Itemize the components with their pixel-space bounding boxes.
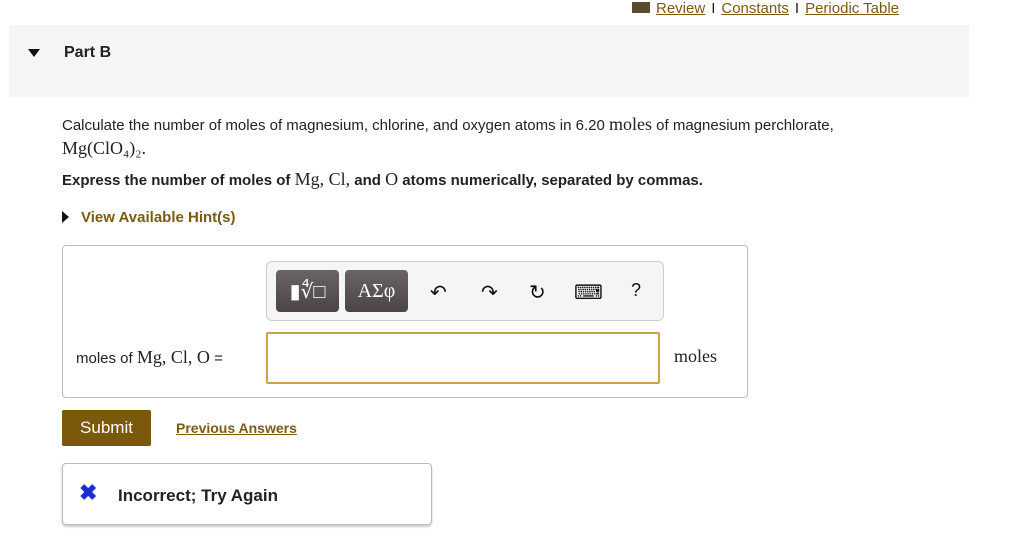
expand-triangle-icon [62,211,69,223]
formula: Mg(ClO₄)₂. [62,138,147,158]
help-icon[interactable]: ? [631,280,641,301]
moles-word: moles [608,114,652,134]
top-links: Review I Constants I Periodic Table [632,0,899,17]
unit-label: moles [674,346,717,366]
instr-b: and [354,172,381,189]
label-eq: = [214,350,223,367]
collapse-triangle-icon[interactable] [28,49,40,57]
hint-label: View Available Hint(s) [81,209,236,226]
undo-icon[interactable]: ↶ [430,280,447,305]
instr-c: atoms numerically, separated by commas. [402,172,703,189]
greek-symbols-button[interactable]: ΑΣφ [345,270,408,312]
submit-button[interactable]: Submit [62,410,151,446]
question-text: Calculate the number of moles of magnesi… [62,113,962,161]
incorrect-x-icon: ✖ [79,480,98,505]
separator: I [794,0,800,17]
review-link[interactable]: Review [656,0,705,17]
label-vars: Mg, Cl, O [136,347,210,367]
constants-link[interactable]: Constants [721,0,789,17]
view-hints-toggle[interactable]: View Available Hint(s) [62,209,236,226]
answer-input[interactable] [266,332,660,384]
book-icon [632,2,650,13]
answer-label: moles of Mg, Cl, O = [76,347,223,368]
answer-box: ▮∜□ ΑΣφ ↶ ↷ ↻ ⌨ ? moles of Mg, Cl, O = m… [62,245,748,398]
redo-icon[interactable]: ↷ [481,280,498,305]
instr-vars: Mg, Cl, [294,169,351,189]
question-body-2: of magnesium perchlorate, [656,117,834,134]
part-title: Part B [64,44,112,61]
label-text: moles of [76,350,133,367]
part-header[interactable]: Part B [9,25,969,97]
math-toolbar: ▮∜□ ΑΣφ ↶ ↷ ↻ ⌨ ? [266,261,664,321]
periodic-table-link[interactable]: Periodic Table [805,0,899,17]
feedback-box: ✖ Incorrect; Try Again [62,463,432,525]
keyboard-icon[interactable]: ⌨ [574,280,603,305]
instr-a: Express the number of moles of [62,172,291,189]
instr-o: O [385,169,399,189]
templates-button[interactable]: ▮∜□ [276,270,339,312]
reset-icon[interactable]: ↻ [529,280,546,305]
previous-answers-link[interactable]: Previous Answers [176,420,297,436]
separator: I [711,0,716,17]
instruction: Express the number of moles of Mg, Cl, a… [62,169,703,190]
feedback-text: Incorrect; Try Again [118,486,278,505]
question-body: Calculate the number of moles of magnesi… [62,117,605,134]
